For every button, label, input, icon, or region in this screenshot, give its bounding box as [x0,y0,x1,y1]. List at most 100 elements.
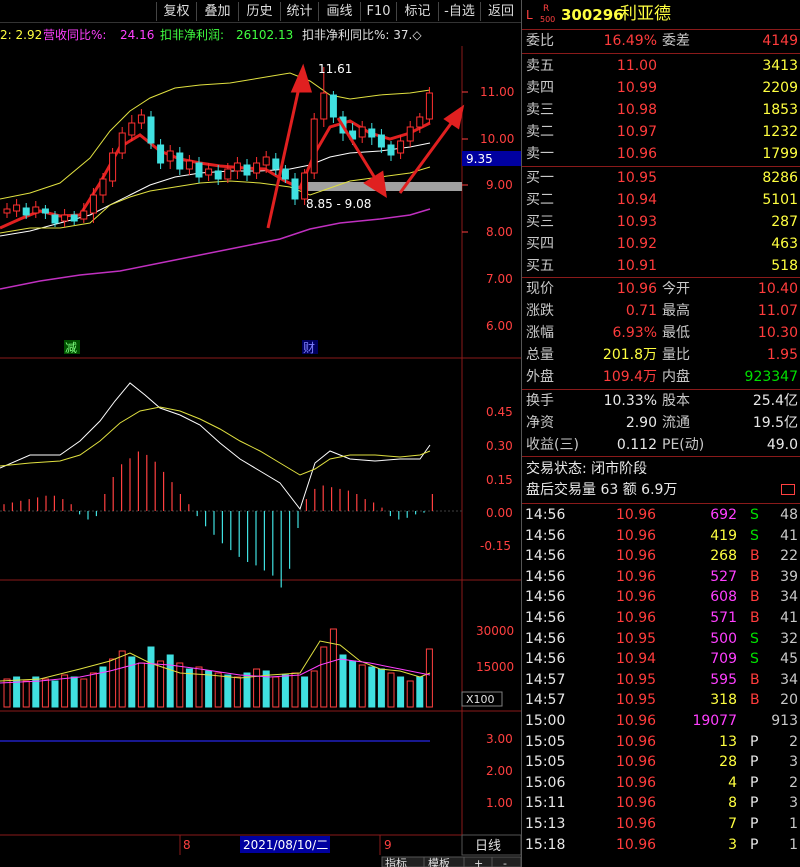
candle-body [368,128,376,138]
tick-row[interactable]: 14:57 10.95 318 B 20 [522,690,800,711]
tick-count: 48 [780,507,798,523]
back-button[interactable]: 返回 [480,2,521,21]
candle-body [32,206,40,214]
statistics-button[interactable]: 统计 [280,2,318,21]
indicator-button-label: 指标 [385,856,407,867]
kline-chart-area[interactable]: 2: 2.92 营收同比%: 24.16 扣非净利润: 26102.13 扣非净… [0,23,522,867]
fundamental-label: 股本 [662,393,690,409]
fundamental-value: 2.90 [625,415,657,431]
weibi-value: 16.49% [603,33,657,49]
tick-row[interactable]: 14:56 10.96 527 B 39 [522,567,800,588]
tick-row[interactable]: 14:56 10.96 268 B 22 [522,546,800,567]
candle-body [425,92,433,120]
ask-volume: 2209 [762,80,798,96]
bid-level-row[interactable]: 买五 10.91 518 [522,256,800,277]
tick-price: 10.96 [616,733,657,750]
ask-level-label: 卖五 [526,58,554,74]
tick-row[interactable]: 15:13 10.96 7 P 1 [522,814,800,835]
tick-row[interactable]: 14:57 10.95 595 B 34 [522,670,800,691]
tick-time: 14:56 [525,630,566,647]
ask-level-row[interactable]: 卖一 10.96 1799 [522,144,800,165]
tick-volume: 318 [710,692,737,709]
tick-count: 3 [789,795,798,812]
bid-level-row[interactable]: 买二 10.94 5101 [522,190,800,211]
bid-price: 10.93 [616,214,657,230]
volume-bar [291,672,299,708]
volume-bar [368,666,376,708]
ask-level-row[interactable]: 卖三 10.98 1853 [522,100,800,121]
tick-count: 1 [789,836,798,853]
tick-row[interactable]: 15:06 10.96 4 P 2 [522,773,800,794]
weibi-label: 委比 [526,33,554,49]
volume-unit-label: X100 [466,693,495,706]
ask-level-label: 卖二 [526,124,554,140]
volume-bar [406,680,414,708]
macd-tick: 0.00 [486,506,513,520]
ask-price: 11.00 [616,58,657,74]
tick-time: 14:56 [525,651,566,668]
after-hours-row: 盘后交易量 63 额 6.9万 [522,480,800,501]
tick-volume: 28 [719,754,737,771]
tick-row[interactable]: 14:56 10.95 500 S 32 [522,629,800,650]
volume-bar [80,678,88,708]
tick-row[interactable]: 15:18 10.96 3 P 1 [522,835,800,856]
tick-volume: 13 [719,733,737,750]
tick-row[interactable]: 15:11 10.96 8 P 3 [522,793,800,814]
price-tick: 8.00 [486,225,513,239]
tick-time: 15:11 [525,795,566,812]
tick-time: 15:05 [525,754,566,771]
volume-bar [339,654,347,708]
ask-price: 10.99 [616,80,657,96]
tick-time: 14:56 [525,507,566,523]
volume-bar [310,670,318,708]
fundamental-value: 10.33% [603,393,657,409]
mark-button[interactable]: 标记 [396,2,438,21]
tick-side: B [750,692,760,709]
tick-side: S [750,651,759,668]
tick-row[interactable]: 15:00 10.96 19077 913 [522,711,800,732]
ask-level-row[interactable]: 卖五 11.00 3413 [522,56,800,77]
volume-bar [185,668,193,708]
tick-row[interactable]: 15:05 10.96 28 P 3 [522,752,800,773]
ask-level-label: 卖一 [526,146,554,162]
tick-count: 39 [780,568,798,585]
volume-bar [377,668,385,708]
tick-volume: 3 [728,836,737,853]
volume-bar [109,658,117,708]
tick-row[interactable]: 14:56 10.94 709 S 45 [522,649,800,670]
bid-level-row[interactable]: 买四 10.92 463 [522,234,800,255]
fundamental-row: 收益(三) 0.112 PE(动) 49.0 [522,435,800,456]
expand-icon[interactable] [781,484,795,495]
bid-level-row[interactable]: 买一 10.95 8286 [522,168,800,189]
remove-watchlist-button[interactable]: -自选 [438,2,480,21]
f10-button[interactable]: F10 [360,2,396,21]
fundamental-value: 0.112 [616,437,657,453]
stat-value: 109.4万 [602,369,657,385]
stat-label: 量比 [662,347,690,363]
history-button[interactable]: 历史 [238,2,280,21]
stock-code: 300296 [561,6,624,24]
ask-level-row[interactable]: 卖二 10.97 1232 [522,122,800,143]
stat-label: 最高 [662,303,690,319]
tick-row[interactable]: 14:56 10.96 692 S 48 [522,505,800,526]
candle-body [262,156,270,166]
draw-line-button[interactable]: 画线 [318,2,360,21]
candle-body [109,152,117,182]
tick-row[interactable]: 14:56 10.96 571 B 41 [522,608,800,629]
after-hours-label: 盘后交易量 63 额 6.9万 [526,482,678,498]
overlay-button[interactable]: 叠加 [196,2,238,21]
stat-label: 最低 [662,325,690,341]
volume-bar [22,680,30,708]
ask-level-row[interactable]: 卖四 10.99 2209 [522,78,800,99]
tick-side: P [750,754,759,771]
tick-row[interactable]: 15:05 10.96 13 P 2 [522,732,800,753]
volume-bar [51,680,59,708]
candle-body [185,160,193,170]
candle-body [329,94,337,118]
bid-level-row[interactable]: 买三 10.93 287 [522,212,800,233]
tick-row[interactable]: 14:56 10.96 608 B 34 [522,587,800,608]
tick-row[interactable]: 14:56 10.96 419 S 41 [522,526,800,547]
candle-body [214,170,222,180]
restore-rights-button[interactable]: 复权 [156,2,196,21]
candle-body [22,207,30,216]
